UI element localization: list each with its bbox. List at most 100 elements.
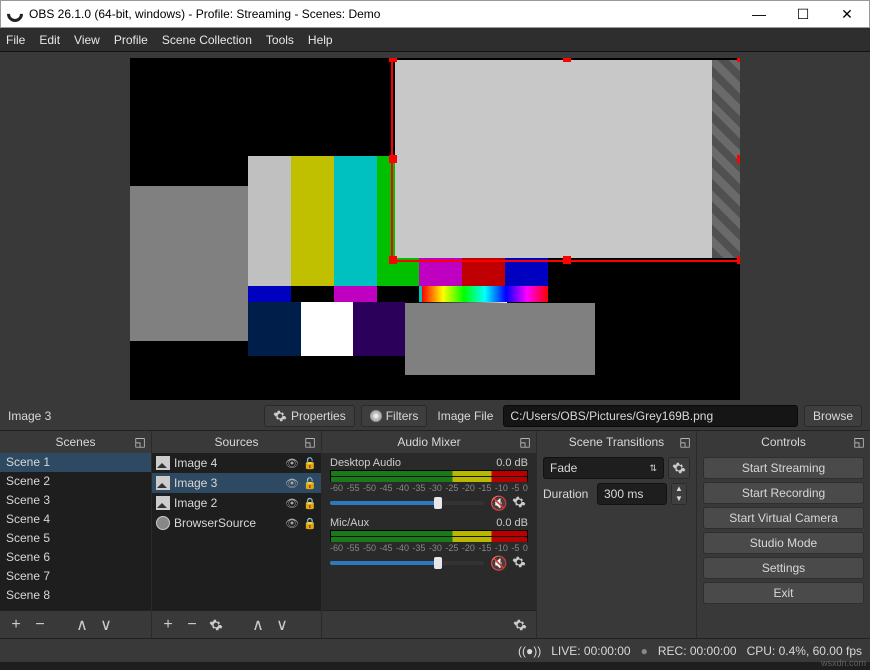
add-scene-button[interactable]: + bbox=[6, 615, 26, 635]
scene-item[interactable]: Scene 7 bbox=[0, 567, 151, 586]
menubar: File Edit View Profile Scene Collection … bbox=[0, 28, 870, 52]
lock-toggle-icon[interactable]: 🔒 bbox=[303, 516, 317, 530]
menu-tools[interactable]: Tools bbox=[266, 33, 294, 47]
scene-item[interactable]: Scene 3 bbox=[0, 491, 151, 510]
exit-button[interactable]: Exit bbox=[703, 582, 864, 604]
start-recording-button[interactable]: Start Recording bbox=[703, 482, 864, 504]
remove-scene-button[interactable]: − bbox=[30, 615, 50, 635]
preview-area bbox=[0, 52, 870, 402]
sources-list[interactable]: Image 4 👁 🔓 Image 3 👁 🔓 Image 2 👁 🔒 Brow… bbox=[152, 453, 321, 610]
scene-item[interactable]: Scene 8 bbox=[0, 586, 151, 605]
properties-button[interactable]: Properties bbox=[264, 405, 355, 427]
popout-icon[interactable]: ◱ bbox=[678, 435, 692, 449]
source-up-button[interactable]: ∧ bbox=[248, 615, 268, 635]
menu-file[interactable]: File bbox=[6, 33, 25, 47]
visibility-toggle-icon[interactable]: 👁 bbox=[285, 516, 299, 530]
source-label: Image 2 bbox=[174, 496, 281, 510]
menu-help[interactable]: Help bbox=[308, 33, 333, 47]
source-context-bar: Image 3 Properties Filters Image File Br… bbox=[0, 402, 870, 430]
transitions-header: Scene Transitions ◱ bbox=[537, 431, 696, 453]
duration-value: 300 ms bbox=[604, 487, 643, 501]
mute-icon[interactable]: 🔇 bbox=[490, 495, 506, 511]
maximize-button[interactable]: ☐ bbox=[781, 0, 825, 28]
popout-icon[interactable]: ◱ bbox=[133, 435, 147, 449]
duration-input[interactable]: 300 ms bbox=[597, 483, 667, 505]
menu-edit[interactable]: Edit bbox=[39, 33, 60, 47]
scene-item[interactable]: Scene 2 bbox=[0, 472, 151, 491]
visibility-toggle-icon[interactable]: 👁 bbox=[285, 476, 299, 490]
source-label: Image 3 bbox=[174, 476, 281, 490]
filters-button[interactable]: Filters bbox=[361, 405, 428, 427]
transitions-body: Fade ⇅ Duration 300 ms ▲▼ bbox=[537, 453, 696, 513]
window-title: OBS 26.1.0 (64-bit, windows) - Profile: … bbox=[29, 7, 737, 21]
mute-icon[interactable]: 🔇 bbox=[490, 555, 506, 571]
visibility-toggle-icon[interactable]: 👁 bbox=[285, 496, 299, 510]
browse-label: Browse bbox=[813, 409, 853, 423]
lock-toggle-icon[interactable]: 🔒 bbox=[303, 496, 317, 510]
settings-button[interactable]: Settings bbox=[703, 557, 864, 579]
scene-item[interactable]: Scene 4 bbox=[0, 510, 151, 529]
mixer-body: Desktop Audio 0.0 dB -60-55-50-45-40-35-… bbox=[322, 453, 536, 610]
mixer-settings-button[interactable] bbox=[510, 615, 530, 635]
popout-icon[interactable]: ◱ bbox=[852, 435, 866, 449]
source-properties-button[interactable] bbox=[206, 615, 226, 635]
remove-source-button[interactable]: − bbox=[182, 615, 202, 635]
menu-view[interactable]: View bbox=[74, 33, 100, 47]
menu-profile[interactable]: Profile bbox=[114, 33, 148, 47]
channel-db: 0.0 dB bbox=[496, 457, 528, 469]
studio-mode-button[interactable]: Studio Mode bbox=[703, 532, 864, 554]
scene-item[interactable]: Scene 5 bbox=[0, 529, 151, 548]
transition-value: Fade bbox=[550, 461, 577, 475]
scenes-header: Scenes ◱ bbox=[0, 431, 151, 453]
close-button[interactable]: ✕ bbox=[825, 0, 869, 28]
sources-title: Sources bbox=[214, 435, 258, 449]
step-down-icon[interactable]: ▼ bbox=[672, 494, 686, 504]
channel-settings-button[interactable] bbox=[512, 495, 528, 511]
scene-down-button[interactable]: ∨ bbox=[96, 615, 116, 635]
transition-settings-button[interactable] bbox=[668, 457, 690, 479]
source-row[interactable]: Image 2 👁 🔒 bbox=[152, 493, 321, 513]
step-up-icon[interactable]: ▲ bbox=[672, 484, 686, 494]
menu-scene-collection[interactable]: Scene Collection bbox=[162, 33, 252, 47]
browse-button[interactable]: Browse bbox=[804, 405, 862, 427]
source-row[interactable]: BrowserSource 👁 🔒 bbox=[152, 513, 321, 533]
preview-selected-layer[interactable] bbox=[395, 60, 737, 258]
rec-time: 00:00:00 bbox=[690, 644, 737, 658]
start-streaming-button[interactable]: Start Streaming bbox=[703, 457, 864, 479]
duration-stepper[interactable]: ▲▼ bbox=[671, 483, 687, 505]
image-source-icon bbox=[156, 496, 170, 510]
transition-select[interactable]: Fade ⇅ bbox=[543, 457, 664, 479]
add-source-button[interactable]: + bbox=[158, 615, 178, 635]
volume-slider[interactable] bbox=[330, 561, 484, 565]
preview-canvas[interactable] bbox=[130, 58, 740, 400]
mixer-channel: Mic/Aux 0.0 dB -60-55-50-45-40-35-30-25-… bbox=[322, 513, 536, 573]
scene-item[interactable]: Scene 6 bbox=[0, 548, 151, 567]
scene-up-button[interactable]: ∧ bbox=[72, 615, 92, 635]
source-row[interactable]: Image 4 👁 🔓 bbox=[152, 453, 321, 473]
source-row[interactable]: Image 3 👁 🔓 bbox=[152, 473, 321, 493]
channel-settings-button[interactable] bbox=[512, 555, 528, 571]
record-dot-icon: ● bbox=[641, 644, 648, 658]
volume-slider[interactable] bbox=[330, 501, 484, 505]
scenes-list[interactable]: Scene 1 Scene 2 Scene 3 Scene 4 Scene 5 … bbox=[0, 453, 151, 610]
popout-icon[interactable]: ◱ bbox=[303, 435, 317, 449]
mixer-title: Audio Mixer bbox=[397, 435, 460, 449]
popout-icon[interactable]: ◱ bbox=[518, 435, 532, 449]
lock-toggle-icon[interactable]: 🔓 bbox=[303, 476, 317, 490]
visibility-toggle-icon[interactable]: 👁 bbox=[285, 456, 299, 470]
slider-thumb[interactable] bbox=[434, 497, 442, 509]
lock-toggle-icon[interactable]: 🔓 bbox=[303, 456, 317, 470]
controls-title: Controls bbox=[761, 435, 806, 449]
minimize-button[interactable]: — bbox=[737, 0, 781, 28]
gear-icon bbox=[209, 618, 223, 632]
source-down-button[interactable]: ∨ bbox=[272, 615, 292, 635]
scene-item[interactable]: Scene 1 bbox=[0, 453, 151, 472]
vu-meter bbox=[330, 470, 528, 482]
start-virtual-camera-button[interactable]: Start Virtual Camera bbox=[703, 507, 864, 529]
duration-label: Duration bbox=[543, 487, 593, 501]
channel-name: Mic/Aux bbox=[330, 517, 369, 529]
image-file-input[interactable] bbox=[503, 405, 798, 427]
slider-thumb[interactable] bbox=[434, 557, 442, 569]
sources-footer: + − ∧ ∨ bbox=[152, 610, 321, 638]
live-time: 00:00:00 bbox=[584, 644, 631, 658]
